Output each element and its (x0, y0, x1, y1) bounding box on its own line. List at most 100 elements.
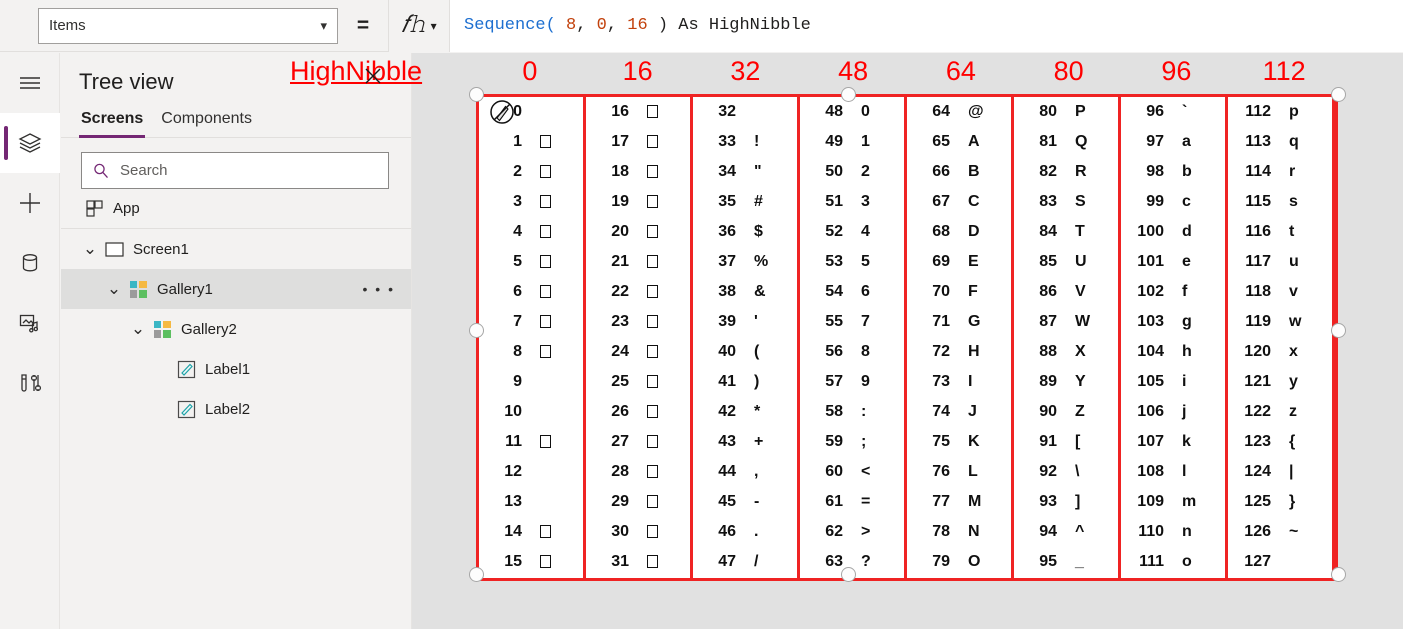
gallery-row[interactable]: 121 y (1228, 367, 1332, 397)
gallery-row[interactable]: 97 a (1121, 127, 1225, 157)
gallery-row[interactable]: 117 u (1228, 247, 1332, 277)
gallery-column-64[interactable]: 64 @65 A 66 B 67 C 68 D 69 E 70 F 71 G 72 H 73 I 74 J 75 K 76 L 7… (907, 97, 1014, 578)
gallery-row[interactable]: 105 i (1121, 367, 1225, 397)
gallery-row[interactable]: 47 / (693, 547, 797, 577)
gallery-row[interactable]: 91 [ (1014, 427, 1118, 457)
gallery-row[interactable]: 20 (586, 217, 690, 247)
gallery-row[interactable]: 28 (586, 457, 690, 487)
gallery-row[interactable]: 12 (479, 457, 583, 487)
gallery-row[interactable]: 62 > (800, 517, 904, 547)
gallery-row[interactable]: 94 ^ (1014, 517, 1118, 547)
variables-icon[interactable] (0, 353, 60, 413)
gallery-row[interactable]: 80 P (1014, 97, 1118, 127)
gallery-row[interactable]: 51 3 (800, 187, 904, 217)
gallery-row[interactable]: 43 + (693, 427, 797, 457)
gallery-row[interactable]: 61 = (800, 487, 904, 517)
gallery-row[interactable]: 4 (479, 217, 583, 247)
gallery-row[interactable]: 71 G (907, 307, 1011, 337)
gallery-row[interactable]: 33! (693, 127, 797, 157)
gallery-row[interactable]: 6 (479, 277, 583, 307)
gallery-row[interactable]: 112 p (1228, 97, 1332, 127)
property-select[interactable]: Items ▾ (38, 7, 338, 44)
tab-components[interactable]: Components (159, 107, 254, 137)
gallery-row[interactable]: 55 7 (800, 307, 904, 337)
gallery-row[interactable]: 119 w (1228, 307, 1332, 337)
gallery-row[interactable]: 13 (479, 487, 583, 517)
tree-item-app[interactable]: App (61, 189, 411, 229)
gallery-row[interactable]: 57 9 (800, 367, 904, 397)
gallery-row[interactable]: 93] (1014, 487, 1118, 517)
gallery-row[interactable]: 30 (586, 517, 690, 547)
gallery-row[interactable]: 70 F (907, 277, 1011, 307)
gallery-row[interactable]: 54 6 (800, 277, 904, 307)
gallery-row[interactable]: 125} (1228, 487, 1332, 517)
gallery-row[interactable]: 103 g (1121, 307, 1225, 337)
gallery-row[interactable]: 86 V (1014, 277, 1118, 307)
gallery-row[interactable]: 102 f (1121, 277, 1225, 307)
gallery-row[interactable]: 100 d (1121, 217, 1225, 247)
gallery-row[interactable]: 127 (1228, 547, 1332, 577)
gallery-row[interactable]: 7 (479, 307, 583, 337)
gallery-row[interactable]: 75 K (907, 427, 1011, 457)
gallery-row[interactable]: 76 L (907, 457, 1011, 487)
gallery-row[interactable]: 24 (586, 337, 690, 367)
gallery-column-80[interactable]: 80 P 81 Q 82 R 83 S 84 T 85 U 86 V 87 W 88 X 89 Y 90 Z 91[92 \ 9… (1014, 97, 1121, 578)
gallery-row[interactable]: 2 (479, 157, 583, 187)
gallery-row[interactable]: 90 Z (1014, 397, 1118, 427)
gallery-row[interactable]: 41) (693, 367, 797, 397)
gallery-row[interactable]: 122 z (1228, 397, 1332, 427)
gallery-row[interactable]: 84 T (1014, 217, 1118, 247)
gallery-row[interactable]: 22 (586, 277, 690, 307)
gallery-row[interactable]: 126 ~ (1228, 517, 1332, 547)
gallery-column-32[interactable]: 32 33! 34 " 35 #36 $37% 38 & 39 ' 40(41) 42 * 43 +44, 45… (693, 97, 800, 578)
gallery-row[interactable]: 104 h (1121, 337, 1225, 367)
formula-input[interactable]: Sequence( 8, 0, 16 ) As HighNibble (450, 0, 1403, 52)
gallery-row[interactable]: 92 \ (1014, 457, 1118, 487)
gallery-row[interactable]: 101 e (1121, 247, 1225, 277)
gallery-row[interactable]: 60 < (800, 457, 904, 487)
gallery-row[interactable]: 48 0 (800, 97, 904, 127)
gallery-row[interactable]: 11 (479, 427, 583, 457)
gallery-row[interactable]: 21 (586, 247, 690, 277)
gallery-row[interactable]: 50 2 (800, 157, 904, 187)
gallery-column-16[interactable]: 16 17 18 19 20 21 22 23 24 25 26 27 28 29 30 31 (586, 97, 693, 578)
gallery-row[interactable]: 73 I (907, 367, 1011, 397)
gallery-row[interactable]: 52 4 (800, 217, 904, 247)
gallery-row[interactable]: 35 # (693, 187, 797, 217)
gallery-row[interactable]: 40 ( (693, 337, 797, 367)
gallery-row[interactable]: 32 (693, 97, 797, 127)
gallery-row[interactable]: 66 B (907, 157, 1011, 187)
tree-item-gallery2[interactable]: ⌄ Gallery2 (61, 309, 411, 349)
gallery-row[interactable]: 89 Y (1014, 367, 1118, 397)
tab-screens[interactable]: Screens (79, 107, 146, 138)
gallery-row[interactable]: 95 _ (1014, 547, 1118, 577)
gallery-row[interactable]: 3 (479, 187, 583, 217)
gallery-row[interactable]: 110 n (1121, 517, 1225, 547)
chevron-down-icon[interactable]: ⌄ (127, 319, 149, 339)
fx-button[interactable]: 𝑓𝚑 ▾ (388, 0, 450, 52)
gallery-row[interactable]: 44, (693, 457, 797, 487)
gallery-column-96[interactable]: 96 ` 97 a 98 b 99 c 100 d 101 e 102 f 103 g 104 h 105 i 106 j… (1121, 97, 1228, 578)
gallery-column-112[interactable]: 112 p 113 q 114 r 115 s 116 t 117 u 118 v 119 w 120 x 121 y… (1228, 97, 1335, 578)
gallery-row[interactable]: 74 J (907, 397, 1011, 427)
gallery-row[interactable]: 98 b (1121, 157, 1225, 187)
gallery-row[interactable]: 38 & (693, 277, 797, 307)
gallery-row[interactable]: 115 s (1228, 187, 1332, 217)
gallery-row[interactable]: 107 k (1121, 427, 1225, 457)
gallery-row[interactable]: 53 5 (800, 247, 904, 277)
gallery-row[interactable]: 16 (586, 97, 690, 127)
gallery-row[interactable]: 19 (586, 187, 690, 217)
gallery-row[interactable]: 56 8 (800, 337, 904, 367)
chevron-down-icon[interactable]: ⌄ (79, 239, 101, 259)
gallery-row[interactable]: 18 (586, 157, 690, 187)
gallery-row[interactable]: 26 (586, 397, 690, 427)
tree-item-screen1[interactable]: ⌄ Screen1 (61, 229, 411, 269)
gallery-row[interactable]: 67 C (907, 187, 1011, 217)
gallery-row[interactable]: 1 (479, 127, 583, 157)
gallery-row[interactable]: 14 (479, 517, 583, 547)
gallery-row[interactable]: 79 O (907, 547, 1011, 577)
data-database-icon[interactable] (0, 233, 60, 293)
gallery-row[interactable]: 69 E (907, 247, 1011, 277)
chevron-down-icon[interactable]: ⌄ (103, 279, 125, 299)
gallery-row[interactable]: 78 N (907, 517, 1011, 547)
